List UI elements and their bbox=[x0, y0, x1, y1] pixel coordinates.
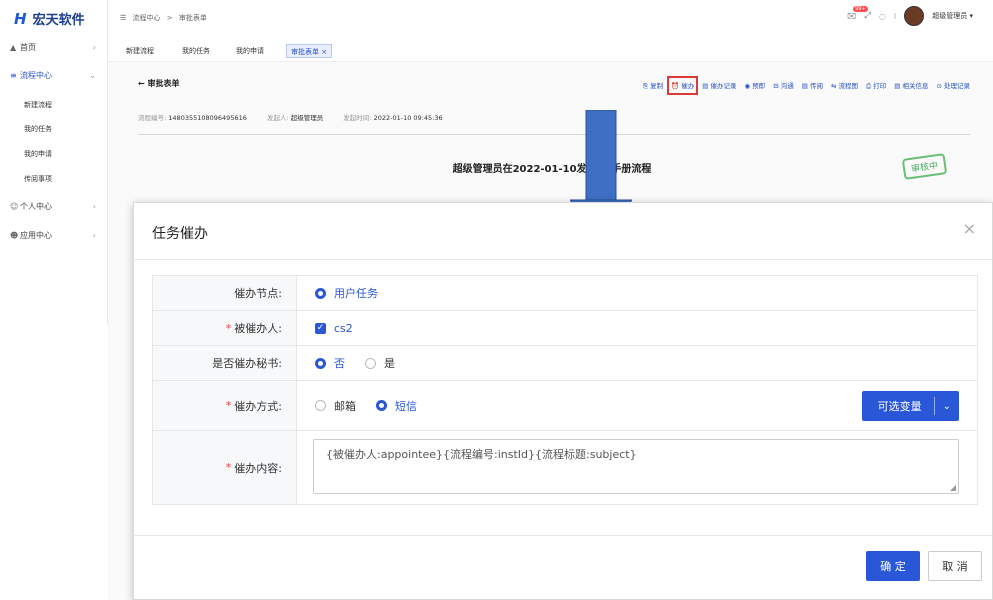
user-icon: ☺ bbox=[10, 201, 19, 211]
radio-checked-icon bbox=[376, 400, 387, 411]
tab-my-requests[interactable]: 我的申请 bbox=[232, 44, 268, 58]
dialog-footer-divider bbox=[134, 535, 992, 536]
sidebar-item-label: 流程中心 bbox=[20, 70, 52, 80]
tab-approval-form[interactable]: 审批表单 × bbox=[286, 44, 333, 58]
urge-node-label: 催办节点: bbox=[153, 276, 297, 310]
chevron-right-icon: › bbox=[92, 201, 96, 211]
urge-target-value: cs2 bbox=[334, 321, 353, 335]
settings-icon[interactable]: ◌ bbox=[879, 12, 886, 21]
urge-node-radio[interactable]: 用户任务 bbox=[315, 285, 378, 301]
avatar[interactable] bbox=[904, 6, 925, 26]
resize-handle-icon[interactable]: ◢ bbox=[950, 483, 956, 492]
checkbox-checked-icon: ✓ bbox=[315, 322, 326, 334]
secretary-yes-radio[interactable]: 是 bbox=[365, 355, 395, 371]
method-email-radio[interactable]: 邮箱 bbox=[315, 398, 356, 414]
urge-content-textarea[interactable]: {被催办人:appointee}{流程编号:instId}{流程标题:subje… bbox=[313, 439, 959, 494]
app-name: 宏天软件 bbox=[32, 13, 85, 28]
confirm-button[interactable]: 确 定 bbox=[866, 551, 920, 581]
secretary-no-label: 否 bbox=[334, 357, 345, 370]
sidebar-item-home[interactable]: ▲ 首页 › bbox=[0, 38, 108, 56]
cancel-button[interactable]: 取 消 bbox=[928, 551, 982, 581]
sidebar-item-label: 个人中心 bbox=[20, 201, 52, 211]
chevron-down-icon[interactable]: ⌄ bbox=[935, 401, 959, 412]
sidebar-subitem-new-process[interactable]: 新建流程 bbox=[24, 100, 52, 110]
secretary-yes-label: 是 bbox=[384, 357, 395, 370]
separator-icon: ⁝ bbox=[893, 11, 897, 21]
close-icon[interactable]: × bbox=[963, 219, 976, 238]
message-badge: 99+ bbox=[853, 5, 868, 12]
radio-checked-icon bbox=[315, 287, 326, 299]
method-email-label: 邮箱 bbox=[334, 399, 356, 413]
method-sms-radio[interactable]: 短信 bbox=[376, 398, 417, 414]
urge-content-label: * 催办内容: bbox=[153, 431, 297, 504]
sidebar-item-app-center[interactable]: ☻ 应用中心 › bbox=[0, 226, 108, 244]
sidebar-item-personal-center[interactable]: ☺ 个人中心 › bbox=[0, 197, 108, 215]
chevron-down-icon: ⌄ bbox=[89, 70, 96, 80]
sidebar-item-process-center[interactable]: ≡ 流程中心 ⌄ bbox=[0, 66, 108, 84]
fullscreen-icon[interactable]: ⤢ bbox=[864, 11, 870, 21]
urge-node-field: 用户任务 bbox=[297, 276, 978, 310]
home-icon: ▲ bbox=[10, 42, 17, 52]
tab-my-tasks[interactable]: 我的任务 bbox=[178, 44, 214, 58]
tab-new-process[interactable]: 新建流程 bbox=[122, 44, 158, 58]
urge-node-option: 用户任务 bbox=[334, 287, 378, 300]
urge-method-field: 邮箱 短信 可选变量 ⌄ bbox=[297, 381, 978, 430]
breadcrumb-item: 审批表单 bbox=[178, 14, 207, 22]
menu-toggle-icon[interactable]: ☰ bbox=[120, 14, 126, 22]
sidebar-item-label: 应用中心 bbox=[20, 230, 52, 240]
radio-unchecked-icon bbox=[315, 400, 326, 411]
radio-checked-icon bbox=[315, 357, 326, 369]
top-header: ☰ 流程中心 > 审批表单 ✉ 99+ ⤢ ◌ ⁝ 超级管理员 ▾ bbox=[108, 0, 993, 36]
urge-target-label: * 被催办人: bbox=[153, 311, 297, 345]
breadcrumb: ☰ 流程中心 > 审批表单 bbox=[120, 13, 211, 23]
breadcrumb-separator: > bbox=[166, 14, 173, 22]
variable-button-label: 可选变量 bbox=[877, 400, 922, 413]
sidebar-item-label: 首页 bbox=[20, 42, 36, 52]
chevron-right-icon: › bbox=[92, 230, 96, 240]
message-icon[interactable]: ✉ 99+ bbox=[847, 5, 868, 23]
secretary-no-radio[interactable]: 否 bbox=[315, 355, 345, 371]
urge-target-field: ✓ cs2 bbox=[297, 311, 978, 345]
urge-content-text: {被催办人:appointee}{流程编号:instId}{流程标题:subje… bbox=[326, 448, 637, 461]
method-sms-label: 短信 bbox=[395, 399, 417, 413]
urge-secretary-field: 否 是 bbox=[297, 346, 978, 380]
urge-target-checkbox[interactable]: ✓ cs2 bbox=[315, 322, 353, 335]
logo-mark: H bbox=[14, 9, 27, 28]
row-urge-target: * 被催办人: ✓ cs2 bbox=[153, 311, 978, 346]
row-urge-method: * 催办方式: 邮箱 短信 可选变量 ⌄ bbox=[153, 381, 978, 431]
urge-form: 催办节点: 用户任务 * 被催办人: ✓ cs2 是否催办秘书: 否 是 * 催… bbox=[152, 275, 978, 505]
chevron-right-icon: › bbox=[92, 42, 96, 52]
radio-unchecked-icon bbox=[365, 357, 376, 369]
user-menu[interactable]: 超级管理员 ▾ bbox=[932, 11, 973, 21]
app-logo: H 宏天软件 bbox=[14, 9, 85, 29]
row-urge-content: * 催办内容: {被催办人:appointee}{流程编号:instId}{流程标… bbox=[153, 431, 978, 505]
breadcrumb-item[interactable]: 流程中心 bbox=[133, 14, 161, 22]
dialog-header-divider bbox=[134, 259, 992, 260]
tab-bar: 新建流程 我的任务 我的申请 审批表单 × bbox=[108, 36, 993, 62]
row-urge-secretary: 是否催办秘书: 否 是 bbox=[153, 346, 978, 381]
dialog-title: 任务催办 bbox=[152, 226, 208, 242]
urge-content-field: {被催办人:appointee}{流程编号:instId}{流程标题:subje… bbox=[297, 431, 978, 504]
sidebar: H 宏天软件 ▲ 首页 › ≡ 流程中心 ⌄ 新建流程 我的任务 我的申请 传阅… bbox=[0, 0, 108, 325]
sidebar-subitem-circulation[interactable]: 传阅事项 bbox=[24, 174, 52, 184]
urge-secretary-label: 是否催办秘书: bbox=[153, 346, 297, 380]
apps-icon: ☻ bbox=[10, 230, 19, 240]
row-urge-node: 催办节点: 用户任务 bbox=[153, 276, 978, 311]
urge-task-dialog: 任务催办 × 催办节点: 用户任务 *被催办人: ✓ cs2 是否催办秘书: bbox=[133, 202, 993, 600]
sidebar-subitem-my-requests[interactable]: 我的申请 bbox=[24, 149, 52, 159]
header-tools: ✉ 99+ ⤢ ◌ ⁝ 超级管理员 ▾ bbox=[847, 5, 973, 26]
process-icon: ≡ bbox=[10, 70, 17, 80]
variable-dropdown-button[interactable]: 可选变量 ⌄ bbox=[861, 391, 959, 421]
sidebar-subitem-my-tasks[interactable]: 我的任务 bbox=[24, 124, 52, 134]
urge-method-label: * 催办方式: bbox=[153, 381, 297, 430]
